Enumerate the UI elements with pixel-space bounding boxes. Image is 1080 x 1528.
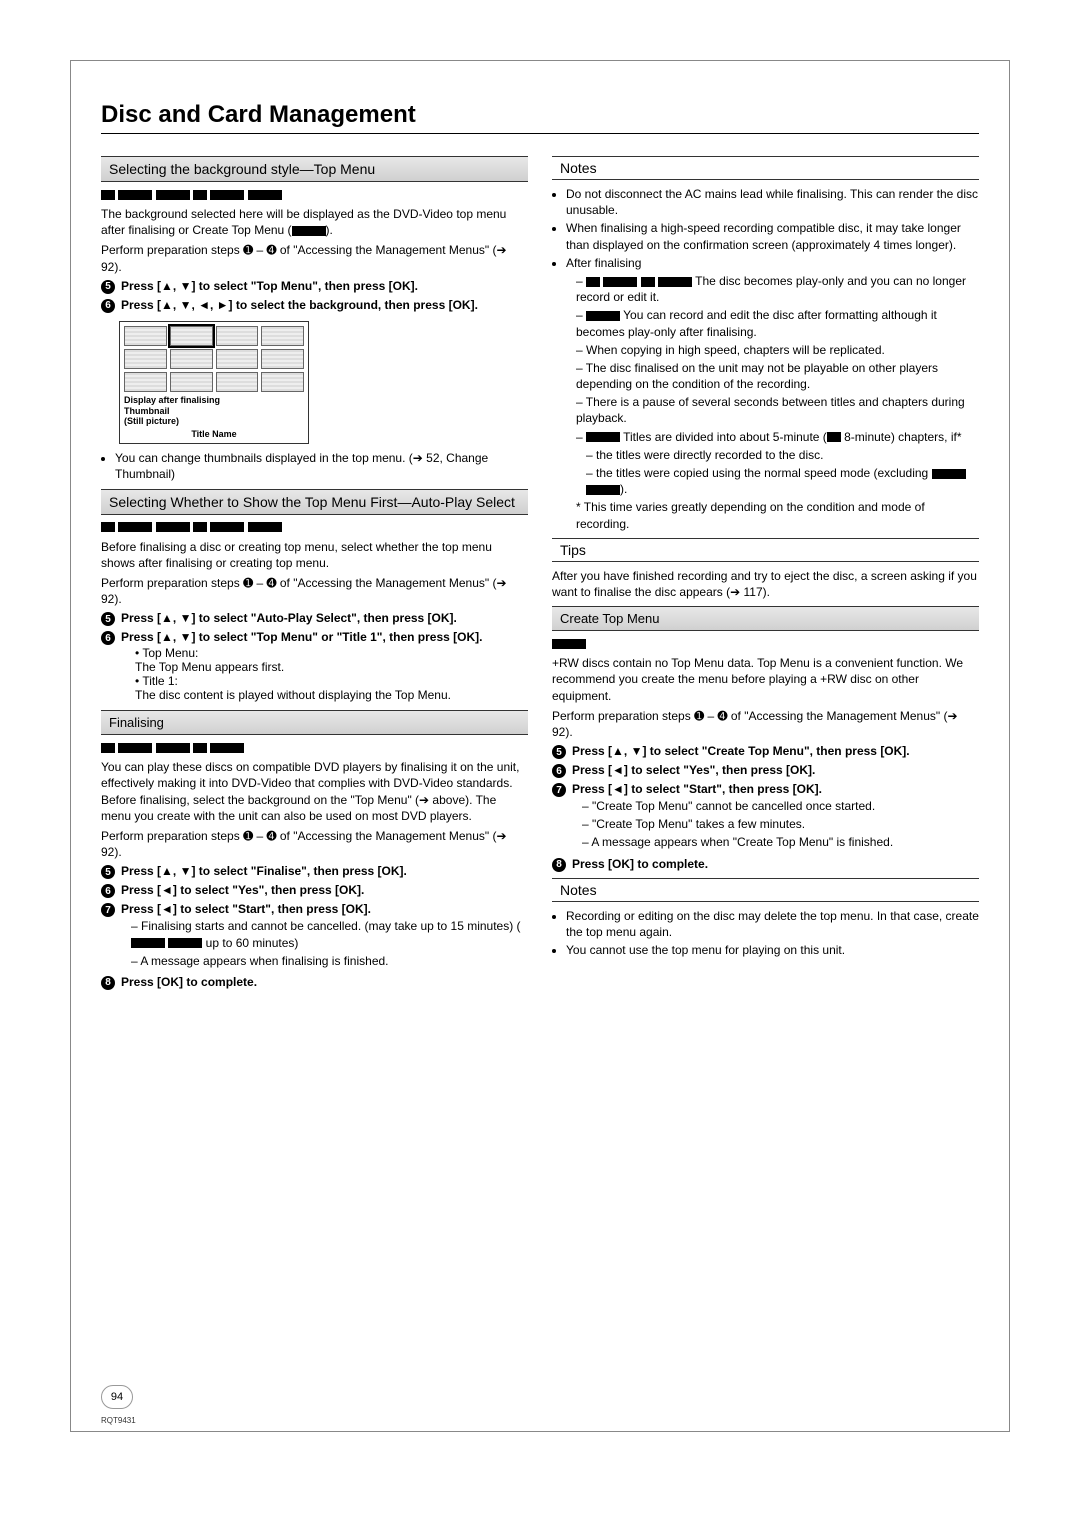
disc-badges	[101, 188, 528, 200]
sec1-step5: 5 Press [▲, ▼] to select "Top Menu", the…	[101, 279, 528, 294]
left-column: Selecting the background style—Top Menu …	[101, 150, 528, 994]
sec3-intro: You can play these discs on compatible D…	[101, 759, 528, 824]
sec2-intro: Before finalising a disc or creating top…	[101, 539, 528, 571]
step-badge-5: 5	[101, 280, 115, 294]
disc-badges	[552, 637, 979, 649]
section-auto-play-select: Selecting Whether to Show the Top Menu F…	[101, 489, 528, 515]
finalising-notes: Do not disconnect the AC mains lead whil…	[552, 186, 979, 532]
title-rule	[101, 133, 979, 134]
notes2-heading: Notes	[552, 878, 979, 902]
sec3-step5: 5 Press [▲, ▼] to select "Finalise", the…	[101, 864, 528, 879]
step-badge-7: 7	[101, 903, 115, 917]
right-column: Notes Do not disconnect the AC mains lea…	[552, 150, 979, 994]
tips-heading: Tips	[552, 538, 979, 562]
sec3-step6: 6 Press [◄] to select "Yes", then press …	[101, 883, 528, 898]
ctm-intro: +RW discs contain no Top Menu data. Top …	[552, 655, 979, 704]
disc-badges	[101, 521, 528, 533]
step-badge-6: 6	[552, 764, 566, 778]
ctm-step8: 8 Press [OK] to complete.	[552, 857, 979, 872]
sec3-step8: 8 Press [OK] to complete.	[101, 975, 528, 990]
sec2-prep: Perform preparation steps ➊ – ➍ of "Acce…	[101, 575, 528, 607]
sec3-prep: Perform preparation steps ➊ – ➍ of "Acce…	[101, 828, 528, 860]
step-badge-8: 8	[552, 858, 566, 872]
section-top-menu-style: Selecting the background style—Top Menu	[101, 156, 528, 182]
tips-text: After you have finished recording and tr…	[552, 568, 979, 600]
ctm-notes: Recording or editing on the disc may del…	[552, 908, 979, 959]
manual-page: Disc and Card Management Selecting the b…	[70, 60, 1010, 1432]
section-finalising: Finalising	[101, 710, 528, 735]
step-badge-6: 6	[101, 884, 115, 898]
ctm-step7: 7 Press [◄] to select "Start", then pres…	[552, 782, 979, 853]
ctm-step5: 5 Press [▲, ▼] to select "Create Top Men…	[552, 744, 979, 759]
step-badge-6: 6	[101, 631, 115, 645]
page-number: 94	[101, 1385, 133, 1409]
step-badge-5: 5	[101, 865, 115, 879]
sec1-notes: You can change thumbnails displayed in t…	[101, 450, 528, 482]
sec1-step6: 6 Press [▲, ▼, ◄, ►] to select the backg…	[101, 298, 528, 313]
section-create-top-menu: Create Top Menu	[552, 606, 979, 631]
sec2-step6: 6 Press [▲, ▼] to select "Top Menu" or "…	[101, 630, 528, 704]
disc-badges	[101, 741, 528, 753]
preview-labels: Display after finalising Thumbnail (Stil…	[124, 395, 304, 427]
ctm-step6: 6 Press [◄] to select "Yes", then press …	[552, 763, 979, 778]
ctm-prep: Perform preparation steps ➊ – ➍ of "Acce…	[552, 708, 979, 740]
sec2-options: Top Menu:The Top Menu appears first. Tit…	[121, 646, 528, 702]
two-column-layout: Selecting the background style—Top Menu …	[101, 150, 979, 994]
sec1-prep: Perform preparation steps ➊ – ➍ of "Acce…	[101, 242, 528, 274]
top-menu-preview: Display after finalising Thumbnail (Stil…	[119, 321, 309, 444]
notes-heading: Notes	[552, 156, 979, 180]
sec3-step7: 7 Press [◄] to select "Start", then pres…	[101, 902, 528, 971]
sec1-intro: The background selected here will be dis…	[101, 206, 528, 238]
document-code: RQT9431	[101, 1416, 136, 1425]
sec2-step5: 5 Press [▲, ▼] to select "Auto-Play Sele…	[101, 611, 528, 626]
page-title: Disc and Card Management	[101, 101, 979, 129]
step-badge-7: 7	[552, 783, 566, 797]
step-badge-5: 5	[101, 612, 115, 626]
step-badge-6: 6	[101, 299, 115, 313]
step-badge-8: 8	[101, 976, 115, 990]
step-badge-5: 5	[552, 745, 566, 759]
